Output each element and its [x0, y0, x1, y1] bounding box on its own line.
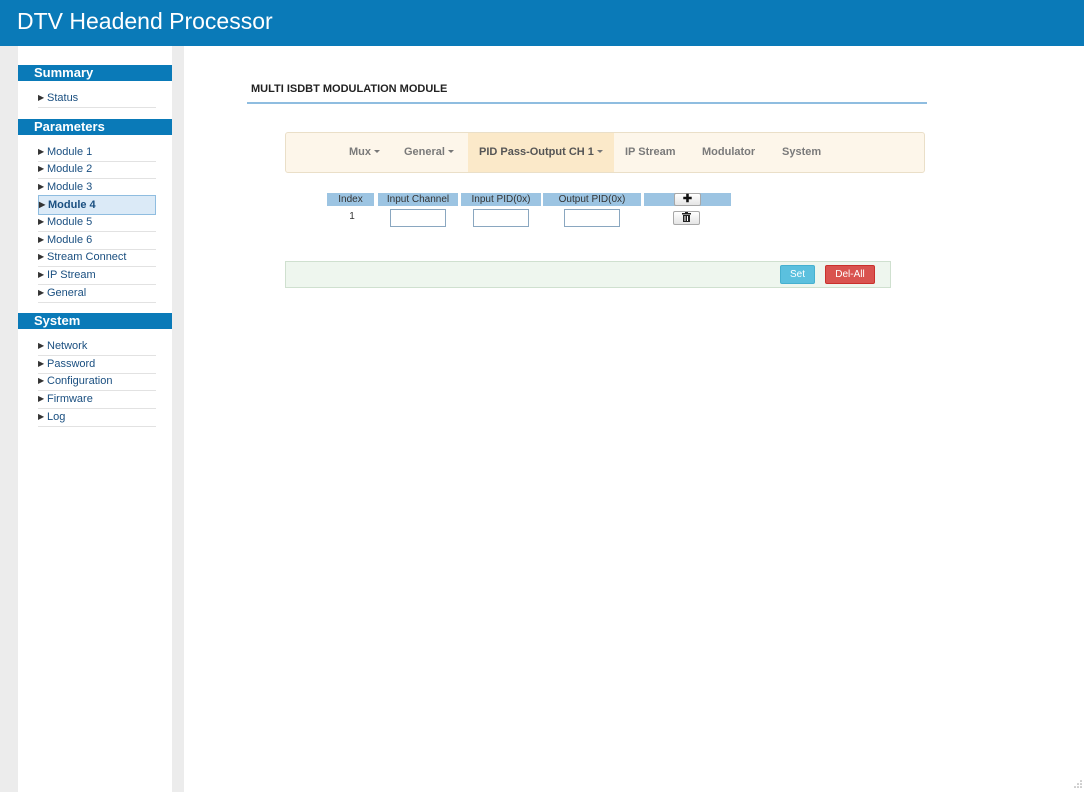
sidebar-item-ip-stream[interactable]: ▶ IP Stream	[38, 267, 156, 285]
sidebar-item-module-4[interactable]: ▶ Module 4	[38, 195, 156, 215]
resize-grip-icon[interactable]	[1072, 780, 1082, 790]
output-pid-field[interactable]	[564, 209, 620, 227]
tab-label: Modulator	[702, 146, 756, 158]
plus-icon: ✚	[682, 193, 693, 205]
sidebar-item-label: Module 4	[48, 199, 96, 211]
triangle-right-icon: ▶	[38, 412, 45, 421]
sidebar-item-module-1[interactable]: ▶ Module 1	[38, 144, 156, 162]
tab-label: Mux	[349, 146, 371, 158]
triangle-right-icon: ▶	[38, 182, 45, 191]
sidebar-item-label: Status	[47, 92, 79, 104]
tab-ip-stream[interactable]: IP Stream	[625, 133, 676, 172]
tab-mux[interactable]: Mux	[349, 133, 380, 172]
sidebar-item-label: Module 3	[47, 181, 93, 193]
triangle-right-icon: ▶	[38, 376, 45, 385]
action-bar: Set Del-All	[285, 261, 891, 288]
title-divider	[247, 102, 927, 104]
triangle-right-icon: ▶	[38, 217, 45, 226]
triangle-right-icon: ▶	[38, 394, 45, 403]
tab-pid-pass-output-ch1[interactable]: PID Pass-Output CH 1	[468, 133, 614, 172]
input-pid-field[interactable]	[473, 209, 529, 227]
sidebar-item-module-6[interactable]: ▶ Module 6	[38, 232, 156, 250]
sidebar-item-label: IP Stream	[47, 269, 96, 281]
triangle-right-icon: ▶	[38, 270, 45, 279]
add-row-button[interactable]: ✚	[674, 193, 701, 206]
sidebar-item-module-5[interactable]: ▶ Module 5	[38, 214, 156, 232]
main-content: MULTI ISDBT MODULATION MODULE Mux Genera…	[184, 46, 1084, 792]
triangle-right-icon: ▶	[39, 200, 46, 209]
tab-label: PID Pass-Output CH 1	[479, 146, 594, 158]
tab-label: System	[782, 146, 822, 158]
sidebar-item-stream-connect[interactable]: ▶ Stream Connect	[38, 249, 156, 267]
tab-bar: Mux General PID Pass-Output CH 1 IP Stre…	[285, 132, 925, 173]
sidebar-item-label: Stream Connect	[47, 251, 127, 263]
sidebar-item-label: Module 2	[47, 163, 93, 175]
col-header-output-pid: Output PID(0x)	[543, 193, 641, 206]
tab-general[interactable]: General	[404, 133, 454, 172]
sidebar-item-label: General	[47, 287, 87, 299]
sidebar-gutter	[172, 46, 184, 792]
sidebar-item-log[interactable]: ▶ Log	[38, 409, 156, 427]
sidebar-item-label: Log	[47, 411, 66, 423]
sidebar-section-parameters: Parameters	[18, 119, 172, 135]
caret-down-icon	[596, 150, 603, 153]
sidebar-item-label: Module 6	[47, 234, 93, 246]
sidebar-section-system: System	[18, 313, 172, 329]
col-header-input-pid: Input PID(0x)	[461, 193, 541, 206]
row-index: 1	[349, 211, 355, 222]
col-header-input-channel: Input Channel	[378, 193, 458, 206]
sidebar-item-label: Module 5	[47, 216, 93, 228]
app-title: DTV Headend Processor	[17, 8, 273, 34]
triangle-right-icon: ▶	[38, 341, 45, 350]
col-header-actions: ✚	[644, 193, 731, 206]
sidebar-item-label: Firmware	[47, 393, 93, 405]
del-all-button[interactable]: Del-All	[825, 265, 875, 284]
sidebar-item-module-2[interactable]: ▶ Module 2	[38, 161, 156, 179]
sidebar-item-label: Password	[47, 358, 96, 370]
sidebar-item-firmware[interactable]: ▶ Firmware	[38, 391, 156, 409]
top-bar: DTV Headend Processor	[0, 0, 1084, 46]
tab-label: General	[404, 146, 445, 158]
trash-icon	[682, 212, 691, 222]
col-header-index: Index	[327, 193, 374, 206]
set-button[interactable]: Set	[780, 265, 815, 284]
page-title: MULTI ISDBT MODULATION MODULE	[251, 83, 448, 95]
input-channel-field[interactable]	[390, 209, 446, 227]
left-gutter	[0, 46, 18, 792]
triangle-right-icon: ▶	[38, 252, 45, 261]
sidebar-item-label: Module 1	[47, 146, 93, 158]
caret-down-icon	[374, 150, 380, 153]
tab-system[interactable]: System	[782, 133, 821, 172]
tab-modulator[interactable]: Modulator	[702, 133, 755, 172]
triangle-right-icon: ▶	[38, 235, 45, 244]
sidebar-item-status[interactable]: ▶ Status	[38, 90, 156, 108]
sidebar-item-general[interactable]: ▶ General	[38, 285, 156, 303]
triangle-right-icon: ▶	[38, 288, 45, 297]
triangle-right-icon: ▶	[38, 93, 45, 102]
sidebar-item-password[interactable]: ▶ Password	[38, 356, 156, 374]
sidebar-section-summary: Summary	[18, 65, 172, 81]
delete-row-button[interactable]	[673, 211, 700, 225]
triangle-right-icon: ▶	[38, 359, 45, 368]
sidebar-item-label: Configuration	[47, 375, 113, 387]
sidebar: Summary ▶ Status Parameters ▶ Module 1 ▶ Mo…	[18, 46, 172, 792]
triangle-right-icon: ▶	[38, 164, 45, 173]
sidebar-item-network[interactable]: ▶ Network	[38, 338, 156, 356]
sidebar-item-label: Network	[47, 340, 88, 352]
triangle-right-icon: ▶	[38, 147, 45, 156]
caret-down-icon	[447, 150, 454, 153]
tab-label: IP Stream	[625, 146, 676, 158]
sidebar-item-configuration[interactable]: ▶ Configuration	[38, 373, 156, 391]
